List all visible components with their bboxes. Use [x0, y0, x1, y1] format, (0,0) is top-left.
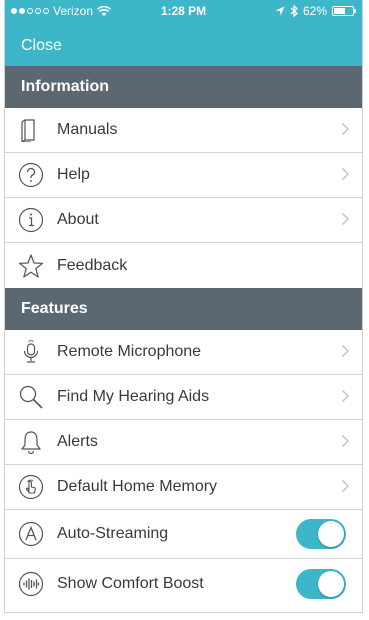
top-bar: Verizon 1:28 PM 62% Close — [5, 0, 362, 66]
menu-item-remote-microphone[interactable]: Remote Microphone — [5, 330, 362, 375]
menu-item-default-home-memory[interactable]: Default Home Memory — [5, 465, 362, 510]
close-button[interactable]: Close — [21, 37, 62, 55]
setting-auto-streaming: Auto-Streaming — [5, 510, 362, 559]
bluetooth-icon — [290, 5, 298, 17]
menu-item-find-my-hearing-aids[interactable]: Find My Hearing Aids — [5, 375, 362, 420]
search-icon — [18, 384, 44, 410]
menu-item-label: About — [57, 211, 99, 228]
battery-percent: 62% — [302, 4, 327, 18]
menu-item-help[interactable]: Help — [5, 153, 362, 198]
auto-streaming-toggle[interactable] — [296, 519, 346, 549]
settings-screen: Verizon 1:28 PM 62% Close Information Ma… — [4, 0, 363, 613]
menu-item-label: Manuals — [57, 121, 118, 138]
star-icon — [18, 253, 44, 279]
section-header-information: Information — [5, 66, 362, 108]
menu-item-label: Find My Hearing Aids — [57, 388, 210, 405]
letter-a-circle-icon — [18, 521, 44, 547]
chevron-right-icon — [341, 434, 350, 448]
setting-show-comfort-boost: Show Comfort Boost — [5, 559, 362, 608]
info-circle-icon — [18, 207, 44, 233]
setting-label: Show Comfort Boost — [57, 574, 204, 592]
question-circle-icon — [18, 162, 44, 188]
menu-item-alerts[interactable]: Alerts — [5, 420, 362, 465]
setting-label: Auto-Streaming — [57, 525, 169, 542]
sound-wave-icon — [18, 571, 44, 597]
menu-item-about[interactable]: About — [5, 198, 362, 243]
menu-item-label: Help — [57, 166, 90, 183]
chevron-right-icon — [341, 122, 350, 136]
hand-touch-icon — [18, 474, 44, 500]
book-icon — [18, 117, 44, 143]
status-right: 62% — [275, 4, 356, 18]
toggle-knob — [318, 570, 344, 597]
section-header-features: Features — [5, 288, 362, 330]
menu-item-label: Remote Microphone — [57, 343, 202, 360]
show-comfort-boost-toggle[interactable] — [296, 568, 346, 599]
menu-item-label: Alerts — [57, 433, 98, 450]
chevron-right-icon — [341, 479, 350, 493]
bell-icon — [18, 429, 44, 455]
battery-icon — [332, 6, 356, 16]
location-arrow-icon — [275, 6, 285, 16]
menu-item-manuals[interactable]: Manuals — [5, 108, 362, 153]
menu-item-label: Default Home Memory — [57, 478, 218, 495]
microphone-icon — [18, 339, 44, 365]
menu-item-feedback[interactable]: Feedback — [5, 243, 362, 288]
chevron-right-icon — [341, 344, 350, 358]
chevron-right-icon — [341, 212, 350, 226]
chevron-right-icon — [341, 389, 350, 403]
menu-item-label: Feedback — [57, 256, 128, 274]
chevron-right-icon — [341, 167, 350, 181]
toggle-knob — [318, 521, 344, 547]
status-bar: Verizon 1:28 PM 62% — [5, 0, 362, 22]
